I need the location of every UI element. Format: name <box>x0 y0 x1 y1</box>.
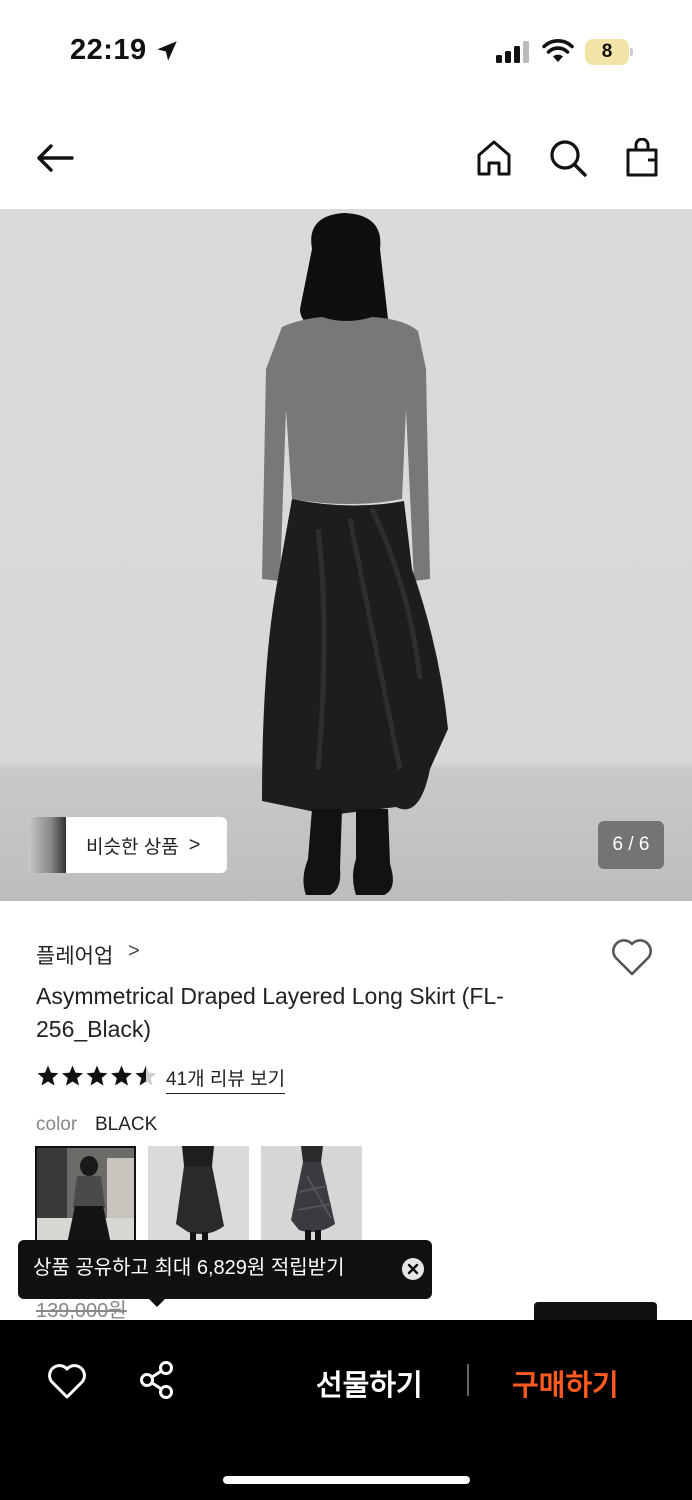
product-photo <box>262 213 448 895</box>
toast-pointer <box>148 1298 166 1307</box>
location-arrow-icon <box>157 41 177 61</box>
cellular-signal-icon <box>496 41 529 63</box>
battery-level: 8 <box>601 41 613 62</box>
status-time: 22:19 <box>70 34 147 66</box>
close-icon[interactable] <box>401 1257 425 1281</box>
color-swatch-2[interactable] <box>148 1146 249 1246</box>
gift-button[interactable]: 선물하기 <box>316 1362 423 1404</box>
wifi-icon <box>542 39 574 62</box>
status-bar: 22:19 8 <box>0 0 692 100</box>
shopping-bag-icon[interactable] <box>622 138 662 178</box>
image-counter: 6 / 6 <box>598 821 664 869</box>
bottom-bar-divider <box>467 1364 469 1396</box>
selected-color-value: BLACK <box>95 1114 158 1135</box>
buy-button[interactable]: 구매하기 <box>512 1362 619 1404</box>
toast-message: 상품 공유하고 최대 6,829원 적립받기 <box>33 1257 345 1279</box>
heart-icon[interactable] <box>47 1362 87 1400</box>
rating-stars <box>37 1065 157 1086</box>
wishlist-heart-icon[interactable] <box>610 936 654 978</box>
similar-products-button[interactable]: 비슷한 상품 > <box>28 817 227 873</box>
search-icon[interactable] <box>548 138 588 178</box>
color-swatch-1[interactable] <box>35 1146 136 1246</box>
back-arrow-icon[interactable] <box>34 138 74 178</box>
brand-chevron-icon[interactable]: > <box>128 940 140 963</box>
battery-indicator: 8 <box>585 39 633 65</box>
similar-product-thumbnail <box>28 817 66 873</box>
top-nav-bar <box>0 110 692 206</box>
brand-link[interactable]: 플레어업 <box>36 940 113 970</box>
chevron-right-icon: > <box>188 833 201 856</box>
color-swatch-3[interactable] <box>261 1146 362 1246</box>
home-indicator[interactable] <box>223 1476 470 1484</box>
share-icon[interactable] <box>138 1360 176 1400</box>
home-icon[interactable] <box>474 138 514 178</box>
product-image-carousel[interactable]: 비슷한 상품 > 6 / 6 <box>0 209 692 901</box>
bottom-action-bar: 선물하기 구매하기 <box>0 1320 692 1500</box>
product-title: Asymmetrical Draped Layered Long Skirt (… <box>36 983 504 1042</box>
similar-products-label: 비슷한 상품 <box>86 836 179 858</box>
reviews-link[interactable]: 41개 리뷰 보기 <box>166 1064 286 1094</box>
share-reward-toast[interactable]: 상품 공유하고 최대 6,829원 적립받기 <box>18 1240 432 1307</box>
color-option-label: color <box>36 1114 78 1135</box>
